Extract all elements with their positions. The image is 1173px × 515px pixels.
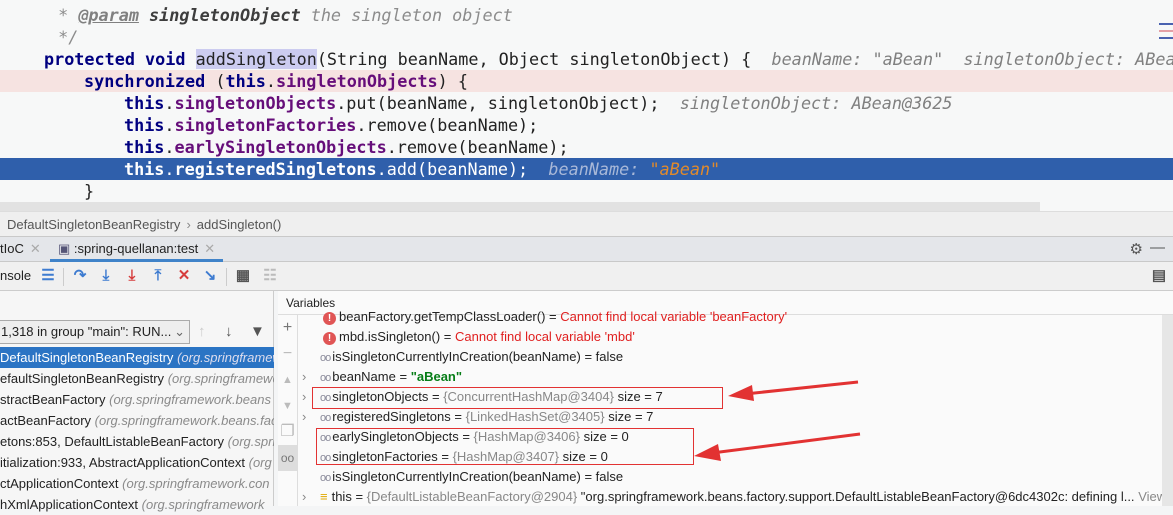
red-arrow-icon (694, 432, 861, 461)
red-arrow-icon (728, 380, 859, 401)
annotation-arrows (694, 380, 861, 461)
